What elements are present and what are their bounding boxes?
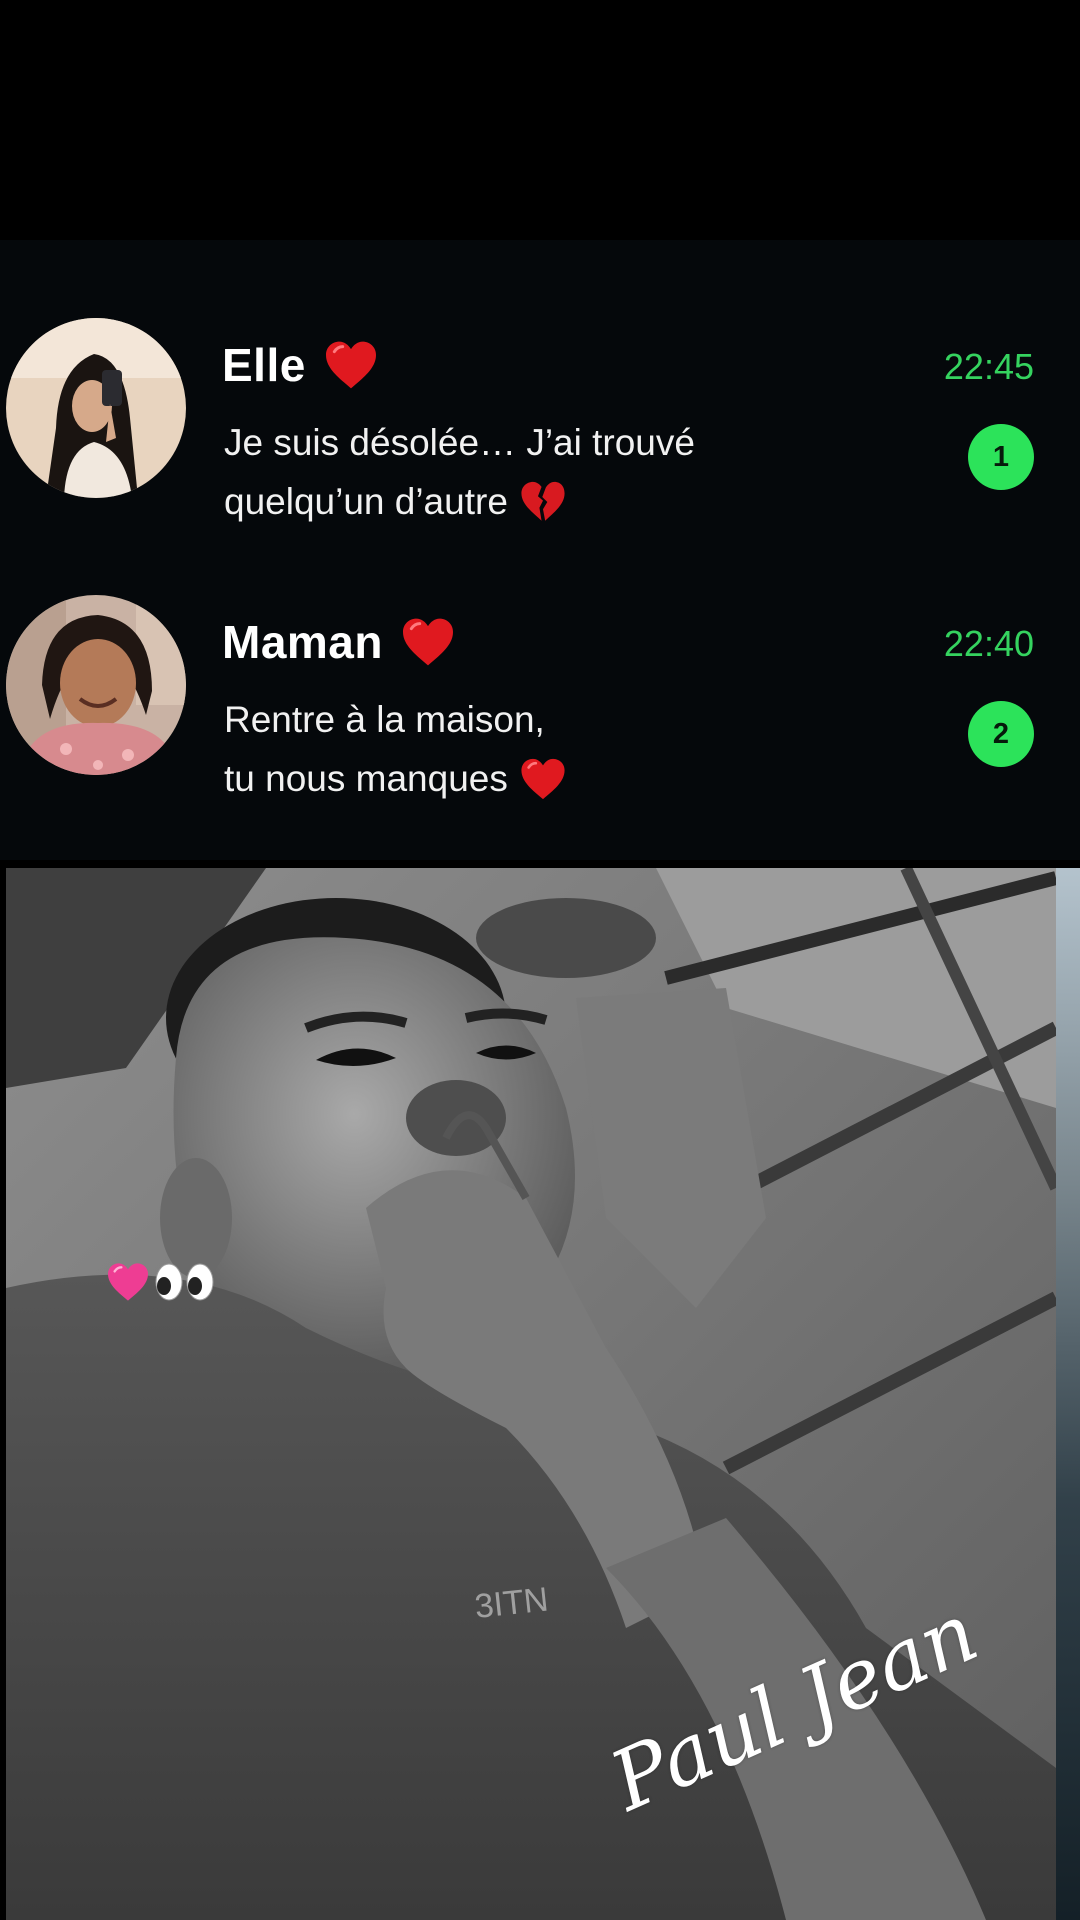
portrait-photo: 3ITN <box>6 868 1056 1920</box>
broken-heart-icon <box>520 480 566 524</box>
avatar-image <box>6 595 186 775</box>
message-preview-text: quelqu’un d’autre <box>224 481 508 522</box>
contact-name: Elle <box>222 338 378 392</box>
red-heart-icon <box>324 340 378 390</box>
pink-heart-icon <box>106 1262 150 1307</box>
contact-name-text: Elle <box>222 339 306 391</box>
message-preview-text: tu nous manques <box>224 758 508 799</box>
message-preview-line-1: Rentre à la maison, <box>224 699 545 740</box>
message-preview-line-1: Je suis désolée… J’ai trouvé <box>224 422 695 463</box>
eyes-icon <box>154 1262 216 1307</box>
avatar <box>6 318 186 498</box>
contact-name: Maman <box>222 615 455 669</box>
avatar <box>6 595 186 775</box>
svg-text:3ITN: 3ITN <box>473 1580 550 1625</box>
photo-sticker <box>106 1262 216 1307</box>
message-preview-line-2: quelqu’un d’autre <box>224 480 566 524</box>
side-image-strip <box>1056 868 1080 1920</box>
unread-badge: 2 <box>968 701 1034 767</box>
red-heart-icon <box>401 617 455 667</box>
red-heart-icon <box>520 757 566 801</box>
message-preview-line-2: tu nous manques <box>224 757 566 801</box>
chat-item-maman[interactable]: Maman Rentre à la maison, tu nous manque… <box>0 595 1080 825</box>
portrait-photo-image: 3ITN <box>6 868 1056 1920</box>
avatar-image <box>6 318 186 498</box>
message-time: 22:40 <box>943 623 1034 664</box>
unread-badge: 1 <box>968 424 1034 490</box>
chat-list: Elle Je suis désolée… J’ai trouvé quelqu… <box>0 240 1080 860</box>
top-blank-area <box>0 0 1080 240</box>
contact-name-text: Maman <box>222 616 383 668</box>
message-time: 22:45 <box>943 346 1034 387</box>
chat-item-elle[interactable]: Elle Je suis désolée… J’ai trouvé quelqu… <box>0 318 1080 548</box>
